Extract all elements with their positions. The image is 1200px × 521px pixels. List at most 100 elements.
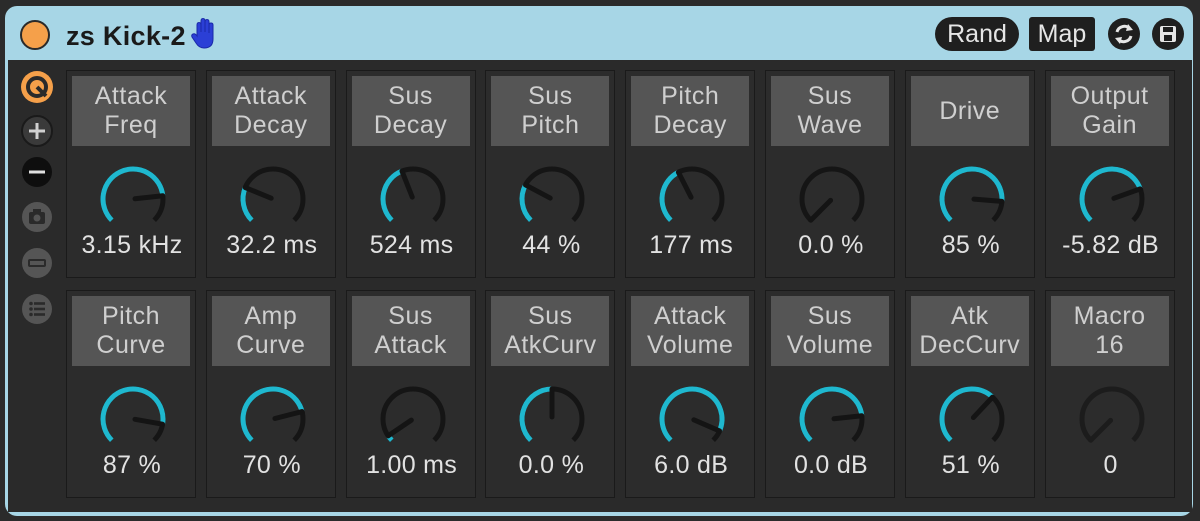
macro-knob-value: 87 %	[102, 451, 162, 479]
macro-knob-label[interactable]: Attack Volume	[631, 296, 750, 366]
macro-knob-dial[interactable]	[796, 163, 868, 235]
knob-track	[519, 166, 585, 222]
hot-swap-icon[interactable]	[20, 70, 54, 104]
knob-track	[240, 166, 306, 222]
macro-knob-dial[interactable]	[656, 383, 728, 455]
knob-needle	[971, 196, 1005, 204]
list-icon[interactable]	[20, 292, 54, 326]
knob-value-arc	[519, 386, 553, 442]
macro-knob-label[interactable]: Sus Pitch	[491, 76, 610, 146]
macro-knob-value: 3.15 kHz	[81, 231, 183, 259]
knob-needle	[831, 413, 865, 422]
knob-needle	[1087, 417, 1113, 443]
macro-knob-value: 51 %	[941, 451, 1000, 479]
macro-knob-value: -5.82 dB	[1062, 231, 1160, 259]
macro-knob-cell[interactable]: Sus Pitch 44 %	[485, 70, 616, 278]
macro-knob-label[interactable]: Macro 16	[1050, 296, 1169, 366]
knob-needle	[399, 168, 415, 200]
knob-needle	[132, 416, 166, 427]
macro-knob-cell[interactable]: Sus AtkCurv 0.0 %	[485, 290, 616, 498]
knob-value-arc	[659, 386, 725, 442]
macro-knob-dial[interactable]	[936, 163, 1008, 235]
macro-knob-label[interactable]: Sus Attack	[351, 296, 470, 366]
macro-knob-cell[interactable]: Drive 85 %	[904, 70, 1035, 278]
macro-knob-dial[interactable]	[516, 163, 588, 235]
refresh-icon[interactable]	[1108, 18, 1140, 50]
knob-needle	[385, 417, 414, 439]
macro-knob-cell[interactable]: Attack Volume 6.0 dB	[625, 290, 756, 498]
macro-knob-label[interactable]: Sus AtkCurv	[491, 296, 610, 366]
device-title[interactable]: zs Kick-2	[66, 20, 186, 52]
knob-track	[1079, 386, 1145, 442]
macro-knob-dial[interactable]	[237, 163, 309, 235]
macro-knob-label[interactable]: Sus Wave	[771, 76, 889, 146]
knob-value-arc	[939, 386, 995, 442]
macro-knob-cell[interactable]: Sus Wave 0.0 %	[765, 70, 895, 278]
macro-knob-value: 0.0 %	[518, 451, 585, 479]
macro-knob-dial[interactable]	[97, 383, 169, 455]
collapse-icon[interactable]	[20, 246, 54, 280]
macro-knob-cell[interactable]: Attack Decay 32.2 ms	[205, 70, 336, 278]
macro-knob-cell[interactable]: Macro 16 0	[1044, 290, 1175, 498]
rand-button[interactable]: Rand	[935, 17, 1019, 51]
macro-knob-dial[interactable]	[377, 383, 449, 455]
macro-knob-value: 0	[1103, 451, 1118, 479]
knob-value-arc	[100, 386, 166, 442]
macro-knob-dial[interactable]	[97, 163, 169, 235]
macro-knob-value: 6.0 dB	[654, 451, 729, 479]
macro-knob-cell[interactable]: Sus Decay 524 ms	[345, 70, 476, 278]
device-rack: zs Kick-2 Rand Map Attack Freq 3.15 kHz …	[0, 0, 1200, 521]
macro-knob-value: 1.00 ms	[366, 451, 458, 479]
knob-needle	[523, 182, 554, 201]
macro-knob-label[interactable]: Attack Decay	[211, 76, 330, 146]
camera-icon[interactable]	[20, 200, 54, 234]
map-button[interactable]: Map	[1029, 17, 1095, 51]
knob-track	[799, 166, 865, 222]
macro-knob-label[interactable]: Attack Freq	[72, 76, 190, 146]
macro-knob-value: 85 %	[941, 231, 1000, 259]
macro-knob-cell[interactable]: Pitch Curve 87 %	[66, 290, 196, 498]
knob-needle	[808, 197, 834, 223]
macro-knob-dial[interactable]	[516, 383, 588, 455]
macro-knob-label[interactable]: Sus Decay	[351, 76, 470, 146]
add-icon[interactable]	[20, 114, 54, 148]
macro-knob-value: 524 ms	[369, 231, 454, 259]
macro-knob-cell[interactable]: Atk DecCurv 51 %	[904, 290, 1035, 498]
macro-knob-value: 0.0 %	[798, 231, 864, 259]
knob-value-arc	[519, 183, 534, 222]
knob-value-arc	[240, 186, 254, 222]
macro-knob-cell[interactable]: Pitch Decay 177 ms	[625, 70, 756, 278]
remove-icon[interactable]	[20, 155, 54, 189]
macro-knob-label[interactable]: Pitch Curve	[72, 296, 190, 366]
macro-knob-label[interactable]: Drive	[910, 76, 1029, 146]
knob-needle	[272, 409, 305, 422]
save-icon[interactable]	[1152, 18, 1184, 50]
macro-knob-cell[interactable]: Attack Freq 3.15 kHz	[66, 70, 196, 278]
knob-needle	[970, 394, 995, 421]
macro-knob-cell[interactable]: Amp Curve 70 %	[205, 290, 336, 498]
macro-knob-cell[interactable]: Output Gain -5.82 dB	[1044, 70, 1175, 278]
macro-knob-value: 44 %	[522, 231, 581, 259]
macro-knob-dial[interactable]	[1076, 383, 1148, 455]
macro-knob-dial[interactable]	[1076, 163, 1148, 235]
macro-knob-label[interactable]: Sus Volume	[771, 296, 889, 366]
macro-knob-label[interactable]: Pitch Decay	[631, 76, 750, 146]
macro-knob-value: 32.2 ms	[226, 231, 318, 259]
macro-knob-dial[interactable]	[796, 383, 868, 455]
macro-knob-label[interactable]: Output Gain	[1050, 76, 1169, 146]
macro-knob-cell[interactable]: Sus Attack 1.00 ms	[345, 290, 476, 498]
knob-needle	[691, 417, 723, 434]
macro-knob-label[interactable]: Atk DecCurv	[910, 296, 1029, 366]
knob-value-arc	[380, 168, 403, 222]
knob-needle	[132, 193, 166, 202]
macro-knob-dial[interactable]	[656, 163, 728, 235]
macro-knob-dial[interactable]	[237, 383, 309, 455]
macro-knob-cell[interactable]: Sus Volume 0.0 dB	[765, 290, 895, 498]
macro-knob-dial[interactable]	[936, 383, 1008, 455]
macro-knob-value: 70 %	[242, 451, 301, 479]
macro-knob-dial[interactable]	[377, 163, 449, 235]
knob-needle	[676, 169, 694, 200]
hand-icon[interactable]	[190, 17, 218, 51]
device-power-button[interactable]	[20, 20, 50, 50]
macro-knob-label[interactable]: Amp Curve	[211, 296, 330, 366]
